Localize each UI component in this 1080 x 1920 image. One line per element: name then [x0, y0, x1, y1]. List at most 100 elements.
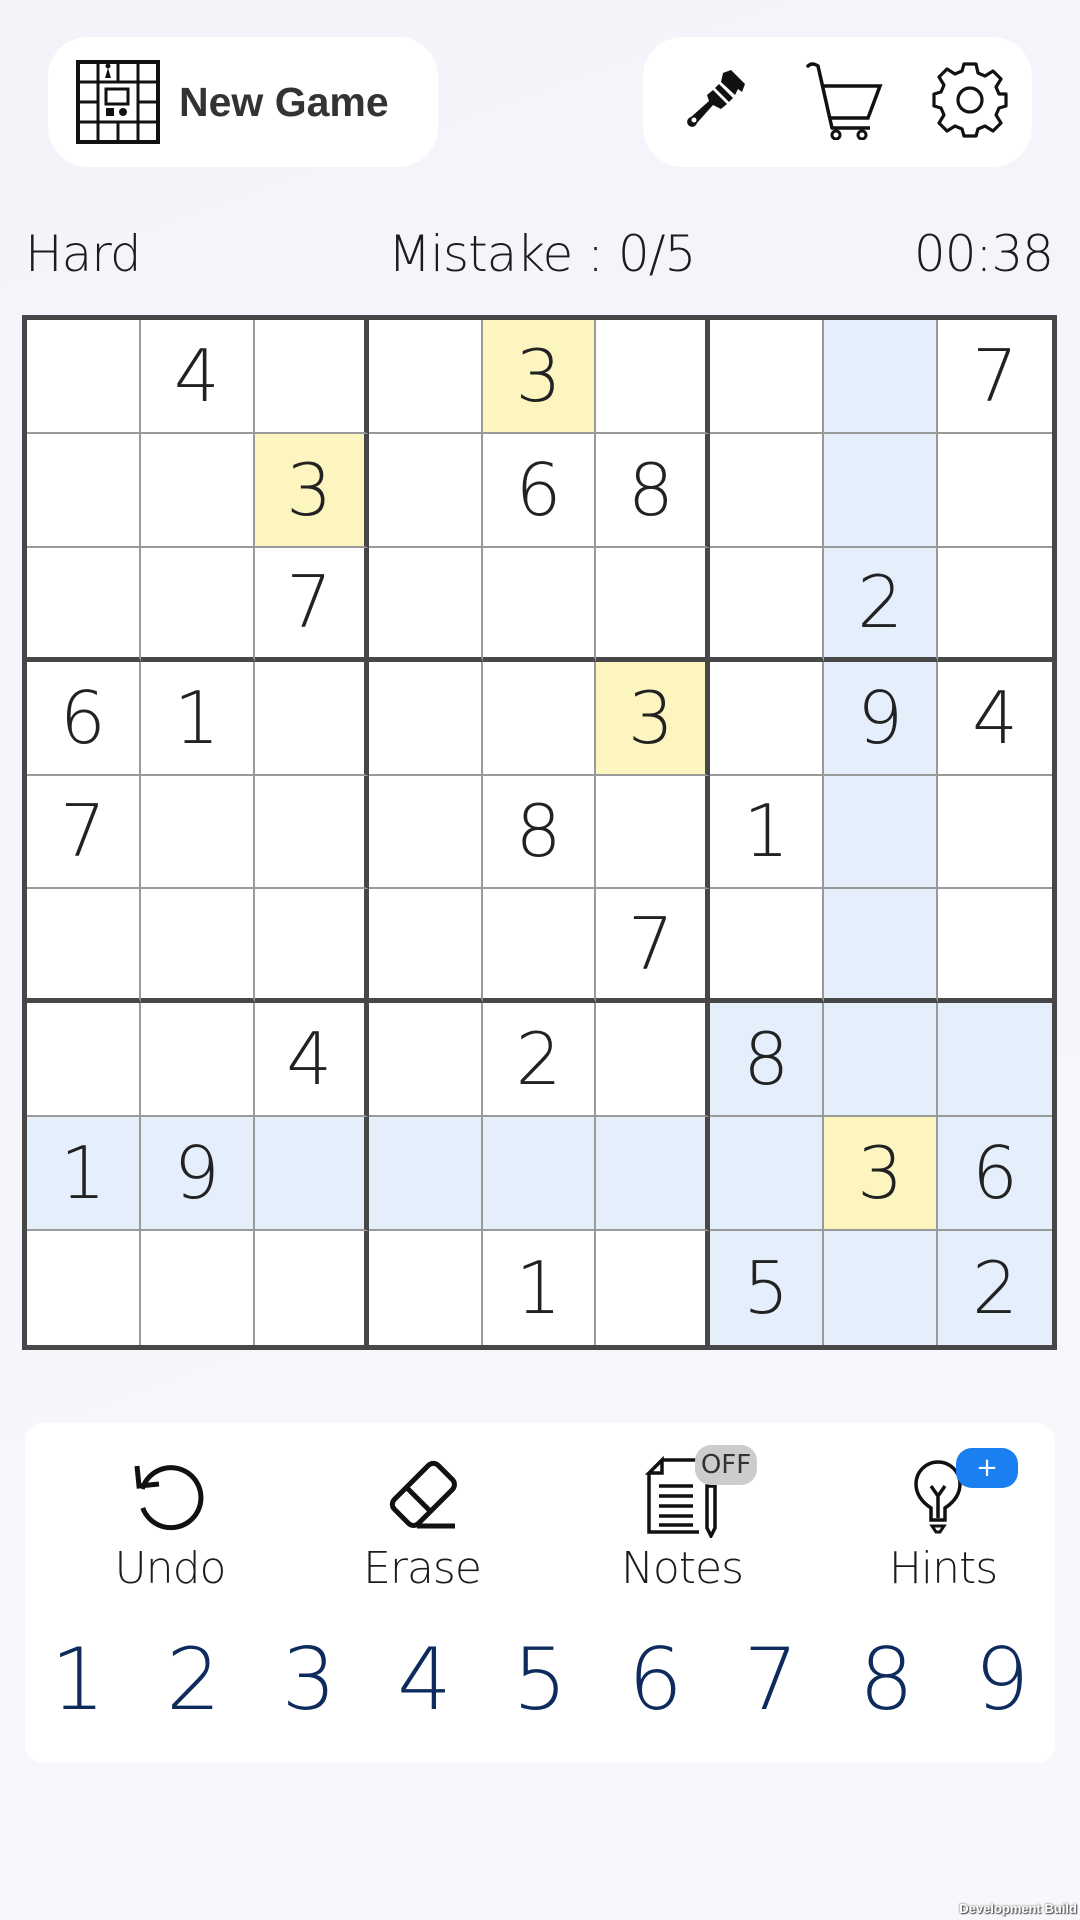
- sudoku-cell[interactable]: [368, 1003, 483, 1118]
- number-button-8[interactable]: 8: [842, 1630, 932, 1730]
- sudoku-cell[interactable]: 6: [482, 433, 597, 548]
- sudoku-cell[interactable]: [710, 889, 825, 1004]
- sudoku-cell[interactable]: 9: [824, 661, 939, 776]
- sudoku-cell[interactable]: [27, 889, 141, 1004]
- number-button-1[interactable]: 1: [33, 1630, 123, 1730]
- timer: 00:38: [913, 225, 1054, 283]
- hints-button[interactable]: + Hints: [833, 1448, 1053, 1608]
- sudoku-cell[interactable]: [824, 1231, 939, 1345]
- sudoku-cell[interactable]: [140, 1003, 255, 1118]
- sudoku-cell[interactable]: [710, 433, 825, 548]
- sudoku-cell[interactable]: 3: [254, 433, 369, 548]
- sudoku-cell[interactable]: 8: [596, 433, 711, 548]
- sudoku-cell[interactable]: [369, 1231, 483, 1345]
- sudoku-cell[interactable]: 9: [140, 1117, 255, 1232]
- sudoku-cell[interactable]: [27, 1003, 141, 1118]
- settings-button[interactable]: [927, 59, 1013, 145]
- sudoku-cell[interactable]: [824, 1003, 939, 1118]
- number-button-6[interactable]: 6: [611, 1630, 701, 1730]
- sudoku-cell[interactable]: 4: [938, 662, 1052, 776]
- sudoku-cell[interactable]: [368, 775, 483, 890]
- sudoku-cell[interactable]: [140, 775, 255, 890]
- shop-button[interactable]: [801, 59, 887, 145]
- sudoku-cell[interactable]: [140, 433, 255, 548]
- sudoku-cell[interactable]: [710, 320, 825, 434]
- sudoku-cell[interactable]: [596, 1003, 711, 1118]
- number-button-4[interactable]: 4: [380, 1630, 470, 1730]
- sudoku-cell[interactable]: 8: [710, 1003, 825, 1118]
- sudoku-cell[interactable]: [482, 889, 597, 1004]
- sudoku-cell[interactable]: 1: [140, 661, 255, 776]
- sudoku-cell[interactable]: [824, 433, 939, 548]
- sudoku-cell[interactable]: 6: [27, 661, 141, 776]
- sudoku-cell[interactable]: 1: [710, 775, 825, 890]
- sudoku-cell[interactable]: [824, 889, 939, 1004]
- sudoku-cell[interactable]: [368, 1117, 483, 1232]
- sudoku-cell[interactable]: [368, 547, 483, 662]
- sudoku-cell[interactable]: 7: [27, 775, 141, 890]
- sudoku-cell[interactable]: 5: [710, 1231, 825, 1345]
- sudoku-cell[interactable]: [596, 547, 711, 662]
- sudoku-cell[interactable]: 7: [596, 889, 711, 1004]
- sudoku-cell[interactable]: [596, 1231, 711, 1345]
- sudoku-cell[interactable]: 3: [596, 661, 711, 776]
- undo-button[interactable]: Undo: [60, 1448, 280, 1608]
- sudoku-cell[interactable]: [710, 661, 825, 776]
- sudoku-cell[interactable]: 4: [254, 1003, 369, 1118]
- sudoku-cell[interactable]: [482, 661, 597, 776]
- sudoku-cell[interactable]: [824, 320, 939, 434]
- sudoku-cell[interactable]: [710, 547, 825, 662]
- number-button-3[interactable]: 3: [264, 1630, 354, 1730]
- sudoku-cell[interactable]: [27, 433, 141, 548]
- new-game-button[interactable]: New Game: [48, 37, 438, 167]
- number-button-7[interactable]: 7: [726, 1630, 816, 1730]
- sudoku-cell[interactable]: [596, 775, 711, 890]
- sudoku-cell[interactable]: [482, 547, 597, 662]
- number-button-5[interactable]: 5: [495, 1630, 585, 1730]
- sudoku-cell[interactable]: [596, 320, 711, 434]
- sudoku-cell[interactable]: 4: [140, 320, 255, 434]
- sudoku-cell[interactable]: [368, 889, 483, 1004]
- sudoku-cell[interactable]: [254, 889, 369, 1004]
- number-button-9[interactable]: 9: [957, 1630, 1047, 1730]
- sudoku-cell[interactable]: 7: [254, 547, 369, 662]
- sudoku-cell[interactable]: [368, 661, 483, 776]
- sudoku-cell[interactable]: 7: [938, 320, 1052, 434]
- sudoku-cell[interactable]: [254, 320, 369, 434]
- sudoku-cell[interactable]: 1: [483, 1231, 597, 1345]
- sudoku-cell[interactable]: 2: [824, 547, 939, 662]
- sudoku-cell[interactable]: [27, 1231, 141, 1345]
- sudoku-cell[interactable]: [368, 320, 483, 434]
- sudoku-cell[interactable]: [824, 775, 939, 890]
- sudoku-cell[interactable]: [255, 1231, 369, 1345]
- sudoku-cell[interactable]: 6: [938, 1117, 1052, 1232]
- theme-button[interactable]: [675, 59, 761, 145]
- sudoku-cell[interactable]: [141, 1231, 255, 1345]
- sudoku-cell[interactable]: [254, 775, 369, 890]
- notes-button[interactable]: OFF Notes: [572, 1445, 792, 1608]
- sudoku-cell[interactable]: [938, 434, 1052, 548]
- sudoku-cell[interactable]: [254, 661, 369, 776]
- sudoku-cell[interactable]: [140, 547, 255, 662]
- sudoku-cell[interactable]: 2: [482, 1003, 597, 1118]
- sudoku-cell[interactable]: [254, 1117, 369, 1232]
- sudoku-cell[interactable]: [938, 548, 1052, 662]
- sudoku-cell[interactable]: [368, 433, 483, 548]
- sudoku-cell[interactable]: 2: [938, 1231, 1052, 1345]
- sudoku-cell[interactable]: [482, 1117, 597, 1232]
- sudoku-cell[interactable]: [596, 1117, 711, 1232]
- sudoku-cell[interactable]: [938, 889, 1052, 1004]
- sudoku-cell[interactable]: 3: [482, 320, 597, 434]
- sudoku-cell[interactable]: [140, 889, 255, 1004]
- erase-button[interactable]: Erase: [312, 1448, 532, 1608]
- sudoku-cell[interactable]: [938, 776, 1052, 890]
- add-hints-badge[interactable]: +: [956, 1448, 1018, 1488]
- number-button-2[interactable]: 2: [149, 1630, 239, 1730]
- sudoku-cell[interactable]: 1: [27, 1117, 141, 1232]
- sudoku-cell-selected[interactable]: 3: [824, 1117, 939, 1232]
- sudoku-cell[interactable]: [27, 547, 141, 662]
- sudoku-cell[interactable]: [27, 320, 141, 434]
- sudoku-cell[interactable]: [710, 1117, 825, 1232]
- sudoku-cell[interactable]: 8: [482, 775, 597, 890]
- sudoku-cell[interactable]: [938, 1003, 1052, 1118]
